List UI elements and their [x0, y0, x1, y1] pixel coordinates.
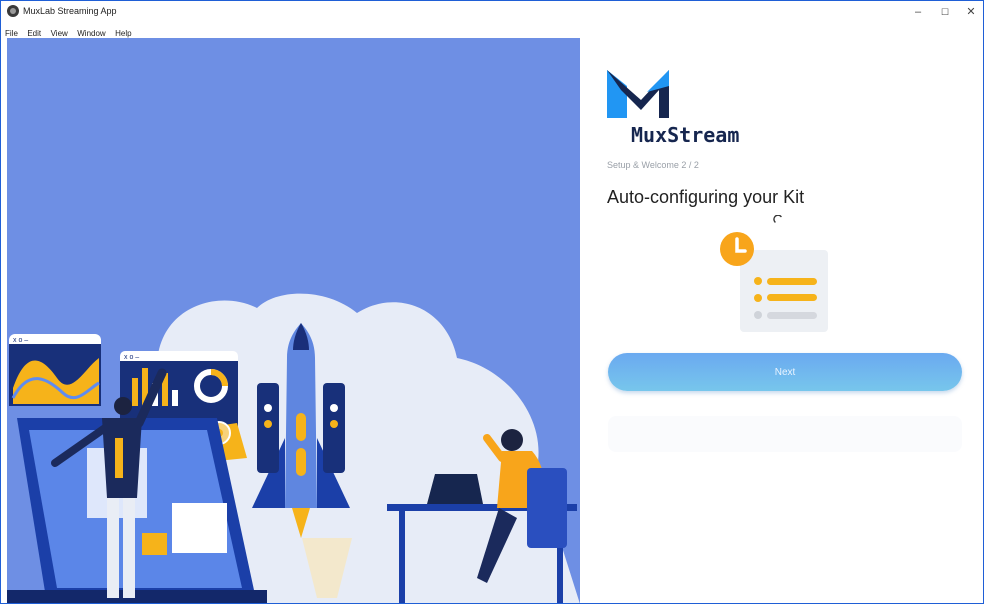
menu-bar: File Edit View Window Help — [1, 23, 601, 38]
title-bar: MuxLab Streaming App – ☐ ✕ — [1, 1, 983, 23]
window-title: MuxLab Streaming App — [23, 6, 117, 16]
next-button[interactable]: Next — [608, 353, 962, 391]
dashboard-window-icon: x o – — [9, 334, 101, 406]
logo-text: MuxStream — [631, 123, 739, 146]
loading-spinner-icon — [773, 212, 783, 223]
app-window: MuxLab Streaming App – ☐ ✕ File Edit Vie… — [0, 0, 984, 604]
checklist-clock-icon — [711, 228, 831, 338]
close-button[interactable]: ✕ — [959, 4, 983, 20]
illustration-art: x o – x o – — [7, 293, 580, 603]
maximize-button[interactable]: ☐ — [933, 4, 957, 20]
svg-text:x o –: x o – — [13, 337, 28, 344]
svg-text:x o –: x o – — [124, 354, 139, 361]
welcome-illustration: x o – x o – — [7, 38, 580, 603]
muxstream-logo: MuxStream — [607, 66, 747, 147]
setup-step-label: Setup & Welcome 2 / 2 — [607, 160, 699, 170]
brand-mark-icon: MuxStream — [607, 70, 739, 147]
setup-panel: MuxStream Setup & Welcome 2 / 2 Auto-con… — [581, 38, 983, 603]
laptop-icon — [427, 474, 483, 504]
placeholder-panel — [608, 416, 962, 452]
page-title: Auto-configuring your Kit — [607, 187, 805, 207]
app-logo-icon — [7, 5, 19, 17]
minimize-button[interactable]: – — [906, 4, 930, 20]
